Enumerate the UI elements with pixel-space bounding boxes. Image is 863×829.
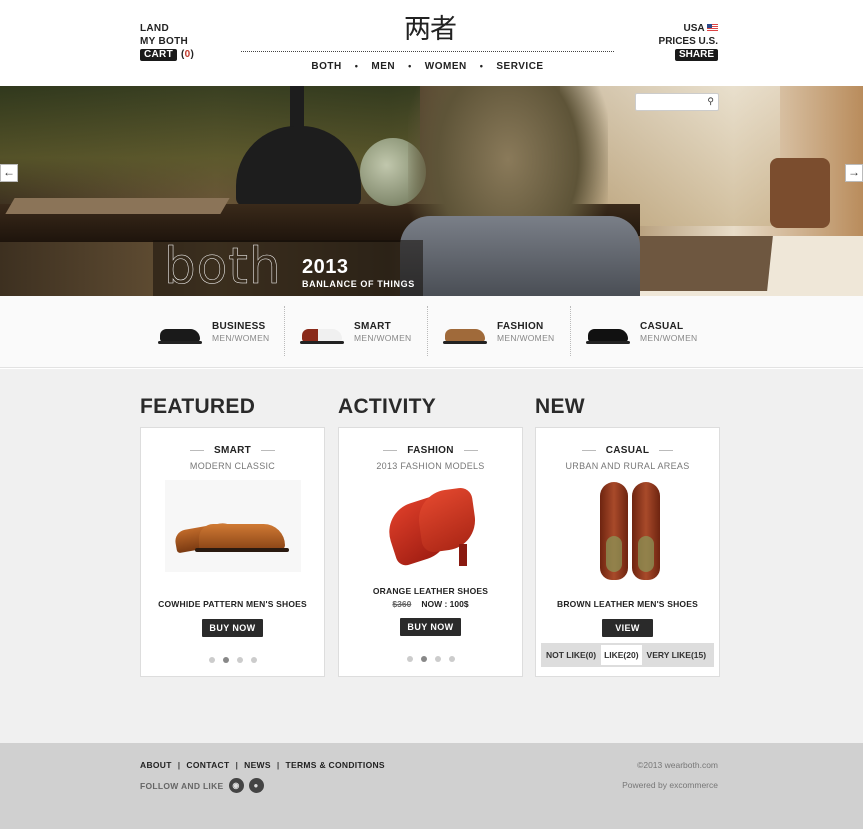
casual-shoe-icon bbox=[584, 317, 632, 347]
fashion-shoe-icon bbox=[441, 317, 489, 347]
nav-separator: • bbox=[479, 61, 484, 71]
footer-link-news[interactable]: NEWS bbox=[244, 760, 271, 770]
view-button[interactable]: VIEW bbox=[602, 619, 653, 637]
card-subtitle: MODERN CLASSIC bbox=[189, 461, 276, 471]
product-image-brogues[interactable] bbox=[164, 480, 301, 572]
locale-controls: USA PRICES U.S. SHARE bbox=[659, 22, 718, 61]
carousel-dot[interactable] bbox=[250, 657, 257, 663]
old-price: $360 bbox=[392, 599, 412, 609]
hero-banner: both 2013 BANLANCE OF THINGS ⚲ ← → bbox=[0, 86, 863, 296]
site-logo[interactable]: 两者 bbox=[400, 14, 460, 46]
featured-card: SMART MODERN CLASSIC COWHIDE PATTERN MEN… bbox=[140, 427, 325, 677]
site-header: LAND MY BOTH CART (0) 两者 BOTH • MEN • WO… bbox=[0, 0, 863, 86]
category-business[interactable]: BUSINESS MEN/WOMEN bbox=[156, 308, 300, 356]
follow-row: FOLLOW AND LIKE ◉ ● bbox=[140, 778, 264, 793]
weibo-icon[interactable]: ◉ bbox=[228, 778, 244, 793]
card-title: SMART bbox=[213, 445, 252, 456]
my-both-link[interactable]: MY BOTH bbox=[140, 35, 194, 48]
category-fashion[interactable]: FASHION MEN/WOMEN bbox=[441, 308, 585, 356]
country-selector[interactable]: USA bbox=[659, 22, 718, 35]
carousel-dot[interactable] bbox=[434, 656, 441, 662]
nav-item-men[interactable]: MEN bbox=[371, 61, 395, 72]
next-slide-button[interactable]: → bbox=[845, 164, 863, 182]
header-divider bbox=[241, 51, 614, 52]
carousel-dot[interactable] bbox=[448, 656, 455, 662]
card-subtitle: URBAN AND RURAL AREAS bbox=[565, 461, 690, 471]
search-icon[interactable]: ⚲ bbox=[707, 96, 714, 107]
cart-button[interactable]: CART bbox=[140, 48, 177, 61]
card-title: CASUAL bbox=[605, 445, 650, 456]
nav-item-women[interactable]: WOMEN bbox=[425, 61, 467, 72]
product-name[interactable]: ORANGE LEATHER SHOES bbox=[339, 586, 522, 596]
category-divider bbox=[284, 306, 285, 356]
hero-model-legs bbox=[400, 216, 640, 296]
product-image-red-heels[interactable] bbox=[363, 480, 499, 572]
carousel-dot[interactable] bbox=[406, 656, 413, 662]
product-image-monk-straps[interactable] bbox=[560, 480, 696, 584]
card-subtitle: 2013 FASHION MODELS bbox=[376, 461, 485, 471]
featured-heading: FEATURED bbox=[140, 395, 256, 418]
footer-links: ABOUT | CONTACT | NEWS | TERMS & CONDITI… bbox=[140, 760, 385, 770]
category-divider bbox=[570, 306, 571, 356]
hero-year: 2013 bbox=[302, 256, 349, 278]
cart-count: (0) bbox=[180, 49, 195, 60]
search-box: ⚲ bbox=[635, 93, 719, 112]
footer-link-terms[interactable]: TERMS & CONDITIONS bbox=[286, 760, 385, 770]
land-link[interactable]: LAND bbox=[140, 22, 194, 35]
not-like-button[interactable]: NOT LIKE(0) bbox=[543, 645, 599, 665]
like-button[interactable]: LIKE(20) bbox=[601, 645, 642, 665]
carousel-dot-active[interactable] bbox=[222, 657, 229, 663]
nav-item-service[interactable]: SERVICE bbox=[496, 61, 543, 72]
card-title: FASHION bbox=[407, 445, 454, 456]
activity-heading: ACTIVITY bbox=[338, 395, 437, 418]
carousel-dot[interactable] bbox=[236, 657, 243, 663]
follow-label: FOLLOW AND LIKE bbox=[140, 780, 224, 791]
now-price: NOW : 100$ bbox=[421, 599, 469, 609]
hero-pillow bbox=[770, 158, 830, 228]
business-shoe-icon bbox=[156, 317, 204, 347]
carousel-dot-active[interactable] bbox=[420, 656, 427, 662]
reaction-bar: NOT LIKE(0) LIKE(20) VERY LIKE(15) bbox=[541, 643, 714, 667]
category-smart[interactable]: SMART MEN/WOMEN bbox=[298, 308, 442, 356]
category-casual[interactable]: CASUAL MEN/WOMEN bbox=[584, 308, 728, 356]
carousel-dot[interactable] bbox=[208, 657, 215, 663]
footer-link-about[interactable]: ABOUT bbox=[140, 760, 172, 770]
hero-tagline: BANLANCE OF THINGS bbox=[302, 279, 415, 289]
category-divider bbox=[427, 306, 428, 356]
new-card: CASUAL URBAN AND RURAL AREAS BROWN LEATH… bbox=[535, 427, 720, 677]
douban-icon[interactable]: ● bbox=[248, 778, 264, 793]
nav-item-both[interactable]: BOTH bbox=[311, 61, 341, 72]
account-links: LAND MY BOTH CART (0) bbox=[140, 22, 194, 61]
site-footer: ABOUT | CONTACT | NEWS | TERMS & CONDITI… bbox=[0, 743, 863, 829]
currency-label[interactable]: PRICES U.S. bbox=[659, 35, 718, 48]
category-strip: BUSINESS MEN/WOMEN SMART MEN/WOMEN FASHION… bbox=[0, 296, 863, 368]
carousel-dots bbox=[339, 656, 522, 662]
copyright: ©2013 wearboth.com bbox=[637, 760, 718, 770]
new-heading: NEW bbox=[535, 395, 585, 418]
share-button[interactable]: SHARE bbox=[674, 49, 718, 61]
powered-by[interactable]: Powered by excommerce bbox=[622, 780, 718, 790]
hero-pillow bbox=[627, 236, 773, 291]
activity-card: FASHION 2013 FASHION MODELS ORANGE LEATH… bbox=[338, 427, 523, 677]
hero-stove-pipe bbox=[290, 86, 304, 130]
carousel-dots bbox=[141, 657, 324, 663]
hero-brand-word: both bbox=[164, 237, 282, 295]
product-name[interactable]: BROWN LEATHER MEN'S SHOES bbox=[536, 599, 719, 609]
nav-separator: • bbox=[354, 61, 359, 71]
hero-books bbox=[5, 198, 230, 214]
main-content: FEATURED ACTIVITY NEW SMART MODERN CLASS… bbox=[0, 369, 863, 743]
buy-now-button[interactable]: BUY NOW bbox=[400, 618, 461, 636]
product-name[interactable]: COWHIDE PATTERN MEN'S SHOES bbox=[141, 599, 324, 609]
prev-slide-button[interactable]: ← bbox=[0, 164, 18, 182]
main-nav: BOTH • MEN • WOMEN • SERVICE bbox=[241, 61, 614, 72]
smart-shoe-icon bbox=[298, 317, 346, 347]
very-like-button[interactable]: VERY LIKE(15) bbox=[644, 645, 710, 665]
product-prices: $360 NOW : 100$ bbox=[339, 599, 522, 609]
us-flag-icon bbox=[707, 24, 718, 31]
buy-now-button[interactable]: BUY NOW bbox=[202, 619, 263, 637]
search-input[interactable] bbox=[636, 96, 702, 112]
nav-separator: • bbox=[408, 61, 412, 71]
cart[interactable]: CART (0) bbox=[140, 48, 194, 61]
footer-link-contact[interactable]: CONTACT bbox=[186, 760, 229, 770]
